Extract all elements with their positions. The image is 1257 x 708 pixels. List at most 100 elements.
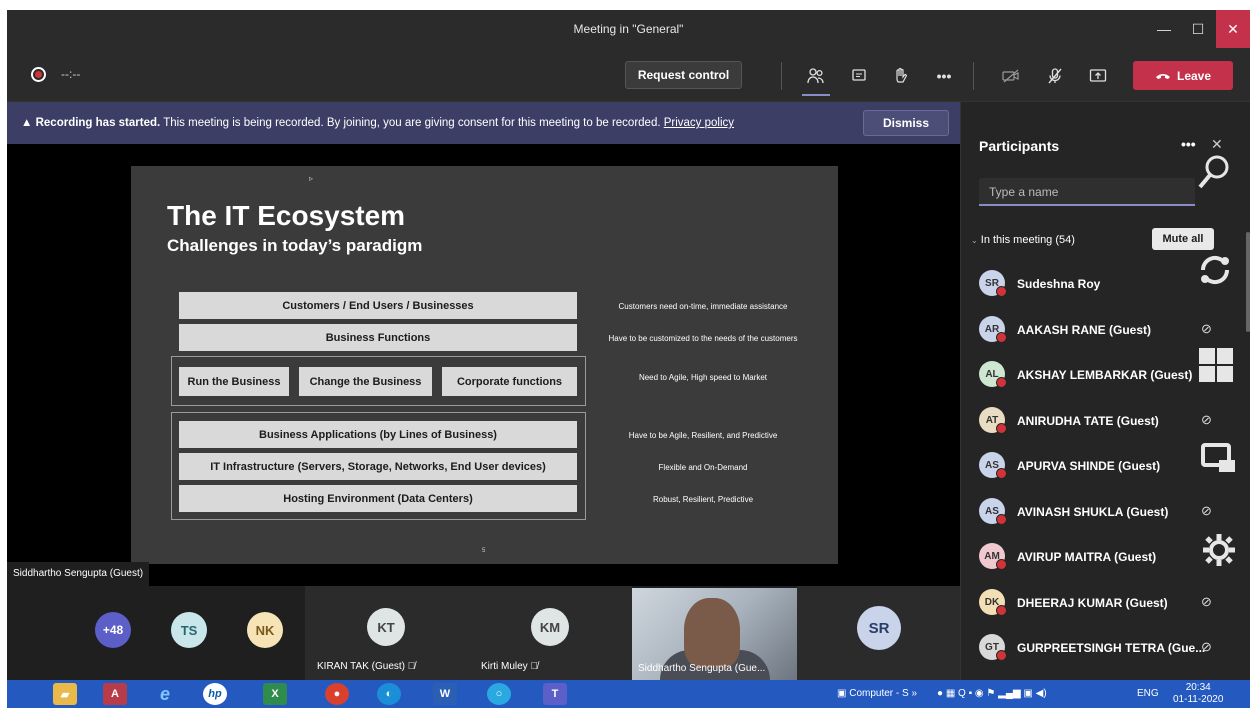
shared-content-stage: ▹ The IT Ecosystem Challenges in today’s… bbox=[7, 144, 960, 586]
participants-icon[interactable] bbox=[802, 62, 830, 96]
taskbar-running-app[interactable]: ▣ Computer - S » bbox=[837, 688, 917, 699]
participant-row[interactable]: AM AVIRUP MAITRA (Guest) bbox=[979, 537, 1219, 577]
hang-up-icon bbox=[1155, 69, 1171, 83]
slide-page-number: 5 bbox=[482, 548, 486, 554]
participant-row[interactable]: AR AAKASH RANE (Guest) ⊘ bbox=[979, 310, 1219, 350]
input-language[interactable]: ENG bbox=[1137, 688, 1159, 699]
settings-gear-icon[interactable] bbox=[1201, 532, 1237, 574]
mic-off-icon: ⊘ bbox=[1201, 639, 1212, 654]
file-explorer-icon[interactable]: ▰ bbox=[53, 683, 77, 705]
participants-panel-title: Participants bbox=[979, 138, 1060, 154]
mic-off-icon: ⊘ bbox=[1201, 412, 1212, 427]
chevron-right-icon: » bbox=[911, 688, 918, 699]
avatar-nk[interactable]: NK bbox=[247, 612, 283, 648]
participant-avatar: GT bbox=[979, 634, 1007, 661]
dismiss-button[interactable]: Dismiss bbox=[863, 110, 949, 136]
slide-note: Need to Agile, High speed to Market bbox=[638, 373, 768, 382]
word-app-icon[interactable]: W bbox=[433, 683, 457, 705]
participant-row[interactable]: AT ANIRUDHA TATE (Guest) ⊘ bbox=[979, 401, 1219, 441]
system-tray-icons[interactable]: ● ▦ Q ▪ ◉ ⚑ ▂▄▆ ▣ ◀) bbox=[937, 688, 1047, 699]
windows-logo-icon[interactable] bbox=[1197, 346, 1235, 390]
teams-app-icon[interactable]: T bbox=[543, 683, 567, 705]
participant-avatar: AS bbox=[979, 452, 1007, 479]
presenter-video-name: Siddhartho Sengupta (Gue... bbox=[638, 663, 766, 674]
raise-hand-icon[interactable] bbox=[887, 62, 915, 90]
clock-time: 20:34 bbox=[1185, 682, 1211, 693]
avatar-ts[interactable]: TS bbox=[171, 612, 207, 648]
presenter-name-label: Siddhartho Sengupta (Guest) bbox=[7, 562, 150, 586]
edge-app-icon[interactable]: ◐ bbox=[377, 683, 401, 705]
participant-avatar: AR bbox=[979, 316, 1007, 343]
recording-banner: ▲ Recording has started. This meeting is… bbox=[7, 102, 960, 144]
participant-tile-name: Kirti Muley 🎙̸ bbox=[481, 661, 538, 672]
hp-app-icon[interactable]: hp bbox=[203, 683, 227, 705]
chrome-app-icon[interactable]: ● bbox=[325, 683, 349, 705]
panel-more-options-icon[interactable]: ••• bbox=[1181, 136, 1196, 152]
mute-all-button[interactable]: Mute all bbox=[1152, 228, 1214, 250]
participant-avatar: AL bbox=[979, 361, 1007, 388]
camera-off-icon[interactable] bbox=[997, 62, 1025, 90]
window-title: Meeting in "General" bbox=[573, 22, 684, 36]
participant-row[interactable]: AS APURVA SHINDE (Guest) bbox=[979, 446, 1219, 486]
mic-off-icon[interactable] bbox=[1041, 62, 1069, 90]
slide-box: Hosting Environment (Data Centers) bbox=[179, 485, 577, 512]
browser-app-icon[interactable]: ○ bbox=[487, 683, 511, 705]
recording-message: ▲ Recording has started. This meeting is… bbox=[21, 117, 734, 129]
participant-row[interactable]: AL AKSHAY LEMBARKAR (Guest) bbox=[979, 355, 1219, 395]
mic-off-icon: ⊘ bbox=[1201, 503, 1212, 518]
participant-name: GURPREETSINGH TETRA (Gue... bbox=[1017, 641, 1206, 655]
panel-close-icon[interactable]: ✕ bbox=[1211, 136, 1223, 153]
participant-name: AKSHAY LEMBARKAR (Guest) bbox=[1017, 368, 1193, 382]
leave-button[interactable]: Leave bbox=[1133, 61, 1233, 90]
participant-avatar: AS bbox=[979, 498, 1007, 525]
meeting-timer: --:-- bbox=[61, 67, 81, 81]
participant-avatar: AM bbox=[979, 543, 1007, 570]
taskbar-clock[interactable]: 20:34 01-11-2020 bbox=[1173, 682, 1223, 706]
excel-app-icon[interactable]: X bbox=[263, 683, 287, 705]
slide-note: Customers need on-time, immediate assist… bbox=[618, 302, 788, 311]
in-meeting-section-header[interactable]: ⌄ In this meeting (54) bbox=[971, 234, 1075, 246]
avatar-kt: KT bbox=[367, 608, 405, 646]
minimize-button[interactable]: — bbox=[1147, 10, 1181, 48]
participant-row[interactable]: GT GURPREETSINGH TETRA (Gue... ⊘ bbox=[979, 628, 1219, 668]
internet-explorer-icon[interactable]: e bbox=[153, 683, 177, 705]
participant-avatar: DK bbox=[979, 589, 1007, 616]
participants-panel: Participants ••• ✕ Type a name ⌄ In this… bbox=[960, 102, 1250, 680]
participant-tile-name: KIRAN TAK (Guest) 🎙̸ bbox=[317, 661, 415, 672]
warning-icon: ▲ bbox=[21, 117, 33, 129]
slide-box: Business Functions bbox=[179, 324, 577, 351]
chevron-down-icon: ⌄ bbox=[971, 236, 978, 245]
slide-note: Flexible and On-Demand bbox=[658, 463, 748, 472]
slide-title: The IT Ecosystem bbox=[167, 200, 406, 231]
participant-row[interactable]: DK DHEERAJ KUMAR (Guest) ⊘ bbox=[979, 583, 1219, 623]
more-actions-icon[interactable]: ••• bbox=[930, 62, 958, 90]
share-screen-icon[interactable] bbox=[1084, 62, 1112, 90]
participant-row[interactable]: AS AVINASH SHUKLA (Guest) ⊘ bbox=[979, 492, 1219, 532]
participant-tile-km[interactable]: KM Kirti Muley 🎙̸ bbox=[469, 586, 632, 680]
participant-avatar: SR bbox=[979, 270, 1007, 297]
participant-name: Sudeshna Roy bbox=[1017, 277, 1101, 291]
more-participants-avatar[interactable]: +48 bbox=[95, 612, 131, 648]
access-app-icon[interactable]: A bbox=[103, 683, 127, 705]
mic-off-icon: 🎙̸ bbox=[407, 661, 416, 672]
maximize-button[interactable]: ☐ bbox=[1181, 10, 1215, 48]
computer-icon: ▣ bbox=[837, 688, 847, 699]
request-control-button[interactable]: Request control bbox=[625, 61, 742, 89]
participant-tile-kt[interactable]: KT KIRAN TAK (Guest) 🎙̸ bbox=[305, 586, 469, 680]
participant-search-input[interactable]: Type a name bbox=[979, 178, 1195, 206]
privacy-policy-link[interactable]: Privacy policy bbox=[664, 117, 734, 129]
mic-off-icon: ⊘ bbox=[1201, 594, 1212, 609]
presentation-slide: ▹ The IT Ecosystem Challenges in today’s… bbox=[131, 166, 838, 564]
close-button[interactable]: ✕ bbox=[1216, 10, 1250, 48]
participant-row[interactable]: SR Sudeshna Roy bbox=[979, 264, 1219, 304]
participant-tile-sr[interactable]: SR bbox=[797, 586, 960, 680]
magnifier-overlay-icon[interactable] bbox=[1197, 154, 1231, 198]
panel-scrollbar[interactable] bbox=[1246, 232, 1250, 332]
slide-box: Business Applications (by Lines of Busin… bbox=[179, 421, 577, 448]
presenter-video-tile[interactable]: Siddhartho Sengupta (Gue... bbox=[632, 588, 797, 680]
chat-icon[interactable] bbox=[845, 62, 873, 90]
refresh-overlay-icon[interactable] bbox=[1195, 250, 1235, 296]
participant-name: AVIRUP MAITRA (Guest) bbox=[1017, 550, 1157, 564]
toolbar-divider bbox=[973, 62, 974, 90]
display-overlay-icon[interactable] bbox=[1201, 442, 1237, 482]
